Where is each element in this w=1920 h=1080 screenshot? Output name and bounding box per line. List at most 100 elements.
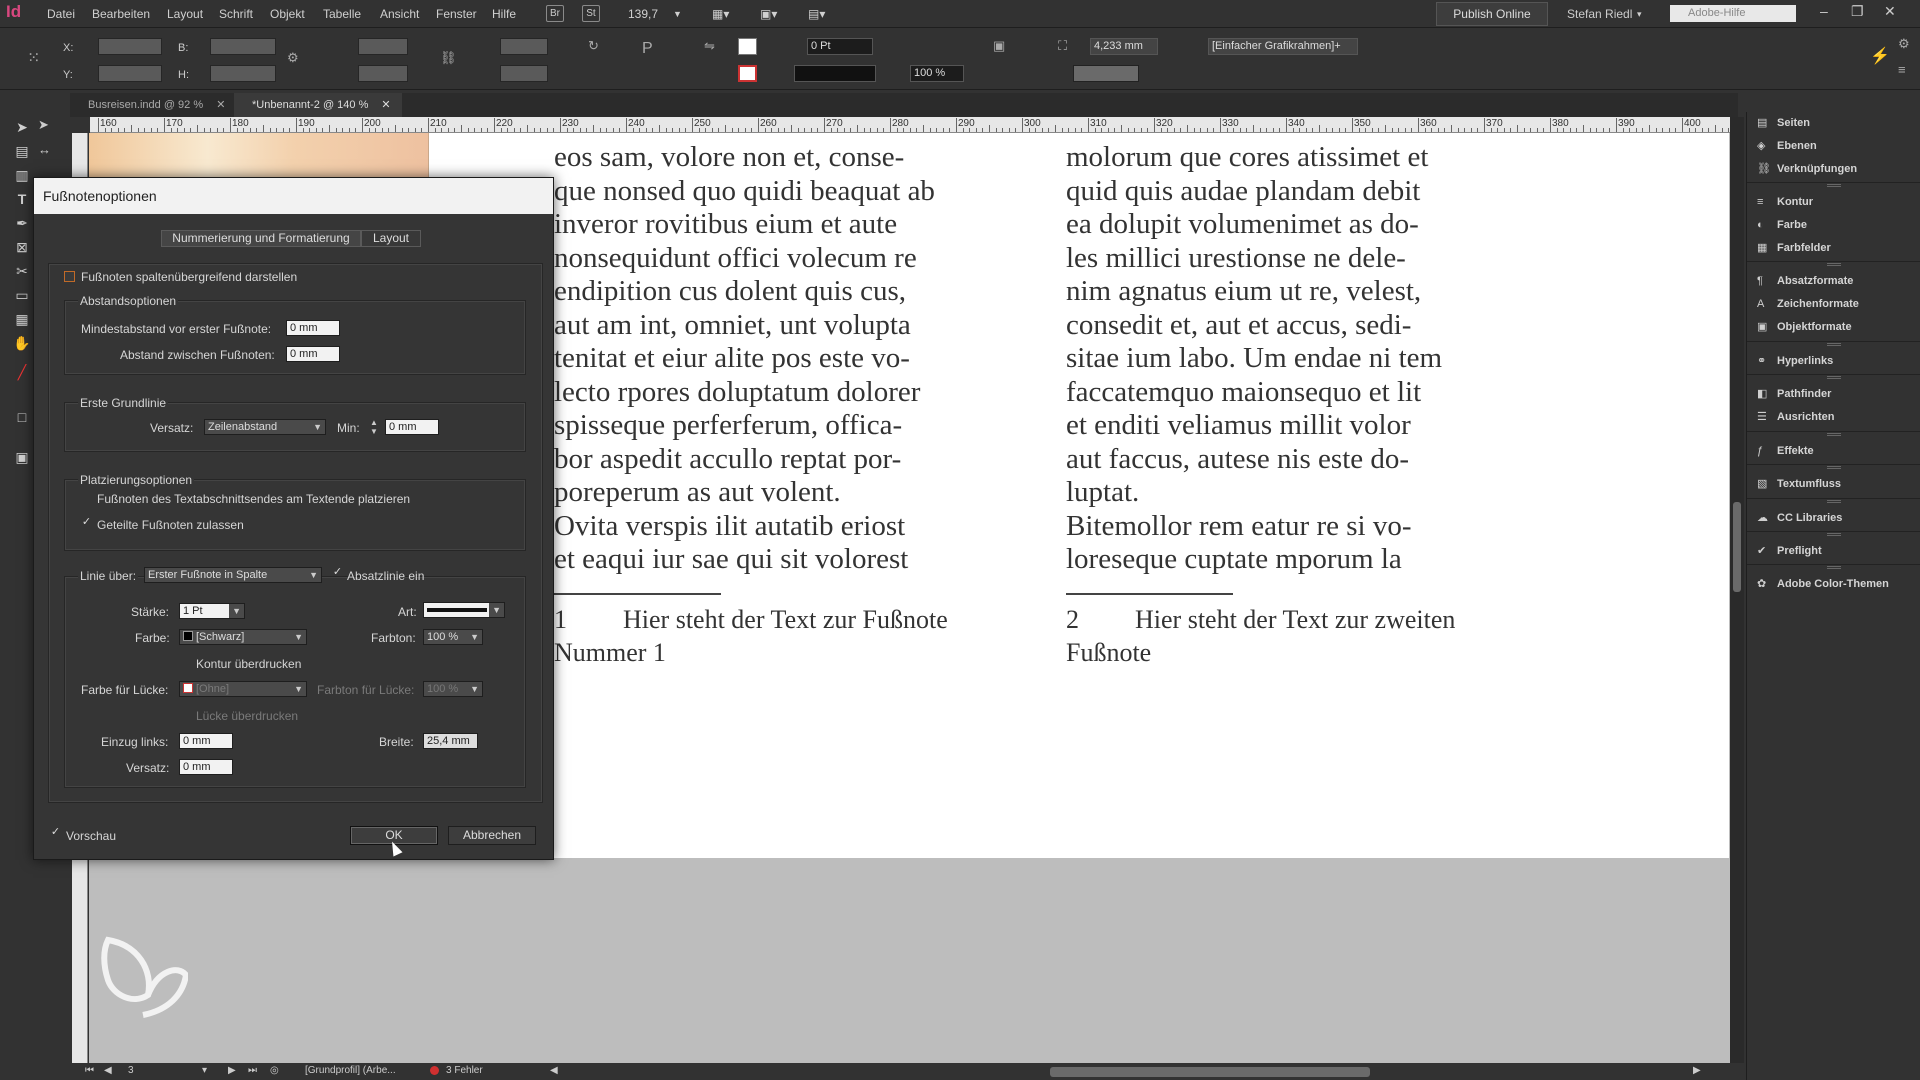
panel-color-themes[interactable]: ✿ Adobe Color-Themen <box>1757 573 1920 595</box>
rule-above-select[interactable]: Erster Fußnote in Spalte ▼ <box>144 567 322 583</box>
panel-grip[interactable] <box>1827 343 1841 346</box>
menu-tabelle[interactable]: Tabelle <box>323 7 361 21</box>
cancel-button[interactable]: Abbrechen <box>448 826 536 845</box>
menu-bearbeiten[interactable]: Bearbeiten <box>92 7 150 21</box>
frame-dimension-field[interactable]: 4,233 mm <box>1090 38 1158 55</box>
gap-tool-icon[interactable]: ↔ <box>38 142 58 158</box>
panel-pathfinder[interactable]: ◧ Pathfinder <box>1757 383 1920 405</box>
x-field[interactable] <box>98 38 162 55</box>
reference-point-icon[interactable]: ⁙ <box>27 48 40 68</box>
stroke-type-select[interactable] <box>794 65 876 82</box>
panel-text-wrap[interactable]: ▧ Textumfluss <box>1757 473 1920 495</box>
min-stepper-icon[interactable]: ▲ ▼ <box>370 418 378 436</box>
panel-layers[interactable]: ◈ Ebenen <box>1757 135 1920 157</box>
view-options-icon[interactable]: ▦▾ <box>712 7 729 21</box>
zoom-level[interactable]: 139,7 <box>628 7 658 21</box>
panel-grip[interactable] <box>1827 500 1841 503</box>
content-collector-icon[interactable]: ▥ <box>12 165 32 185</box>
tab-layout[interactable]: Layout <box>361 230 421 247</box>
page-dropdown-icon[interactable]: ▾ <box>202 1065 207 1076</box>
hand-tool-icon[interactable]: ✋ <box>12 333 32 353</box>
menu-fenster[interactable]: Fenster <box>436 7 477 21</box>
overprint-gap-checkbox[interactable] <box>181 709 192 720</box>
tab-unbenannt[interactable]: *Unbenannt-2 @ 140 % ✕ <box>234 93 402 117</box>
width-field[interactable] <box>210 38 276 55</box>
horizontal-ruler[interactable]: 160 170 180 190 200 210 220 230 240 250 260 270 280 2… <box>90 117 1730 133</box>
zoom-dropdown-icon[interactable]: ▼ <box>673 9 682 19</box>
corner-field[interactable] <box>1073 65 1139 82</box>
panel-character-styles[interactable]: A Zeichenformate <box>1757 293 1920 315</box>
scissors-icon[interactable]: ✂ <box>12 261 32 281</box>
horizontal-scroll-thumb[interactable] <box>1050 1067 1370 1077</box>
rectangle-frame-icon[interactable]: ⊠ <box>12 237 32 257</box>
flip-icon[interactable]: ⇋ <box>704 38 715 54</box>
text-column-left[interactable]: eos sam, volore non et, conse-que nonsed… <box>554 141 935 577</box>
placed-image[interactable] <box>89 133 429 178</box>
footnote-2[interactable]: 2 Hier steht der Text zur zweiten Fußnote <box>1066 603 1455 669</box>
fit-frame-icon[interactable]: ▣ <box>993 38 1005 54</box>
next-page-icon[interactable]: ▶ <box>228 1065 236 1076</box>
height-field[interactable] <box>210 65 276 82</box>
width-input[interactable]: 25,4 mm <box>423 733 478 749</box>
min-space-input[interactable]: 0 mm <box>286 320 340 336</box>
stroke-swatch[interactable] <box>738 65 757 82</box>
help-search-input[interactable]: Adobe-Hilfe <box>1670 5 1796 22</box>
panel-swatches[interactable]: ▦ Farbfelder <box>1757 237 1920 259</box>
panel-grip[interactable] <box>1827 566 1841 569</box>
y-field[interactable] <box>98 65 162 82</box>
menu-hilfe[interactable]: Hilfe <box>492 7 516 21</box>
tab-numbering-formatting[interactable]: Nummerierung und Formatierung <box>161 230 361 247</box>
prev-page-icon[interactable]: ◀ <box>104 1065 112 1076</box>
panel-paragraph-styles[interactable]: ¶ Absatzformate <box>1757 270 1920 292</box>
panel-grip[interactable] <box>1827 433 1841 436</box>
gap-tint-select[interactable]: 100 % ▼ <box>423 681 483 697</box>
menu-datei[interactable]: Datei <box>47 7 75 21</box>
stock-button[interactable]: St <box>582 5 600 22</box>
preflight-status-icon[interactable]: ◎ <box>270 1065 279 1076</box>
direct-select-icon[interactable]: ➤ <box>38 117 49 133</box>
panel-grip[interactable] <box>1827 263 1841 266</box>
type-tool-icon[interactable]: T <box>12 189 32 209</box>
scroll-left-icon[interactable]: ◀ <box>550 1065 558 1076</box>
menu-layout[interactable]: Layout <box>167 7 203 21</box>
view-mode-icon[interactable]: □ <box>12 407 32 427</box>
panel-grip[interactable] <box>1827 376 1841 379</box>
weight-select[interactable]: 1 Pt ▼ <box>179 603 245 619</box>
scroll-right-icon[interactable]: ▶ <box>1693 1065 1701 1076</box>
last-page-icon[interactable]: ⏭ <box>248 1065 257 1076</box>
first-page-icon[interactable]: ⏮ <box>85 1065 94 1076</box>
shear-field[interactable] <box>500 65 548 82</box>
panel-stroke[interactable]: ≡ Kontur <box>1757 191 1920 213</box>
rotation-field[interactable] <box>500 38 548 55</box>
preview-checkbox[interactable]: ✓ <box>50 827 61 839</box>
object-style-select[interactable]: [Einfacher Grafikrahmen]+ <box>1208 38 1358 55</box>
panel-grip[interactable] <box>1827 184 1841 187</box>
user-dropdown-icon[interactable]: ▾ <box>1637 9 1642 20</box>
fill-stroke-icon[interactable]: ╱ <box>12 362 32 382</box>
allow-split-checkbox[interactable]: ✓ <box>81 517 92 529</box>
rule-on-checkbox[interactable]: ✓ <box>332 567 343 579</box>
panel-object-styles[interactable]: ▣ Objektformate <box>1757 316 1920 338</box>
rotate-icon[interactable]: ↻ <box>588 38 599 54</box>
selection-tool-icon[interactable]: ➤ <box>12 117 32 137</box>
panel-grip[interactable] <box>1827 466 1841 469</box>
offset2-input[interactable]: 0 mm <box>179 759 233 775</box>
document-page[interactable]: eos sam, volore non et, conse-que nonsed… <box>429 133 1729 858</box>
panel-grip[interactable] <box>1827 533 1841 536</box>
restore-icon[interactable]: ❐ <box>1851 3 1864 20</box>
opacity-field[interactable]: 100 % <box>910 65 964 82</box>
close-icon[interactable]: ✕ <box>1884 3 1896 20</box>
scale-y-field[interactable] <box>358 65 408 82</box>
bridge-button[interactable]: Br <box>546 5 564 22</box>
tab-close-icon[interactable]: ✕ <box>216 99 225 111</box>
preflight-profile[interactable]: [Grundprofil] (Arbe... <box>305 1065 396 1076</box>
fill-none-swatch[interactable] <box>738 38 757 55</box>
scale-x-field[interactable] <box>358 38 408 55</box>
panel-cc-libraries[interactable]: ☁ CC Libraries <box>1757 507 1920 529</box>
note-icon[interactable]: ▦ <box>12 309 32 329</box>
overprint-stroke-checkbox[interactable] <box>181 657 192 668</box>
user-name[interactable]: Stefan Riedl <box>1567 7 1632 21</box>
panel-align[interactable]: ☰ Ausrichten <box>1757 406 1920 428</box>
vertical-scroll-thumb[interactable] <box>1733 502 1741 592</box>
page-tool-icon[interactable]: ▤ <box>12 141 32 161</box>
